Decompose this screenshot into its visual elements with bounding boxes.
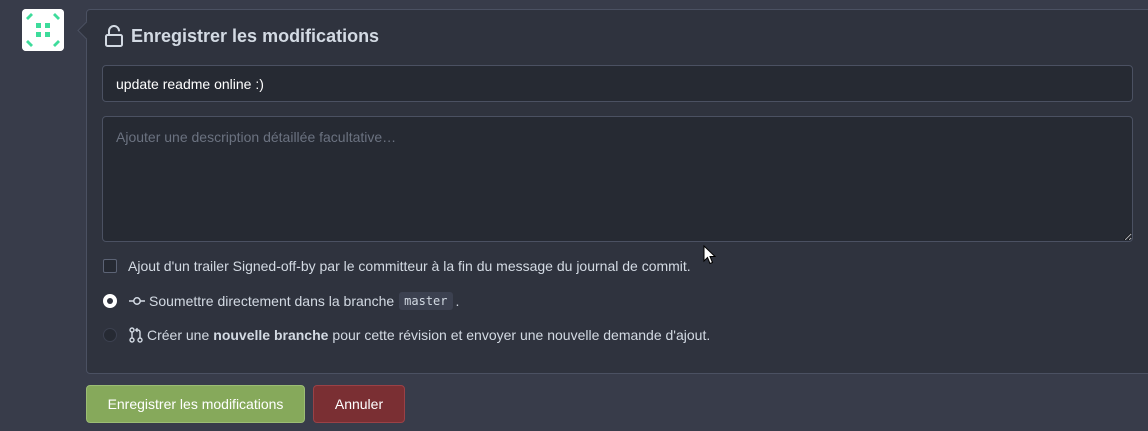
commit-form-panel: Enregistrer les modifications Ajout d'un… (86, 9, 1148, 374)
direct-commit-suffix: . (455, 293, 460, 309)
git-pull-request-icon (129, 327, 143, 343)
mouse-cursor-icon (703, 244, 717, 268)
commit-summary-input[interactable] (102, 65, 1133, 102)
commit-form-title: Enregistrer les modifications (131, 25, 380, 46)
commit-description-textarea[interactable] (102, 116, 1133, 242)
user-avatar[interactable] (22, 9, 64, 51)
new-branch-label-prefix: Créer une (147, 327, 210, 343)
new-branch-label-suffix: pour cette révision et envoyer une nouve… (332, 327, 711, 343)
branch-name-code: master (399, 292, 453, 310)
direct-commit-label: Soumettre directement dans la branche (149, 293, 395, 309)
new-branch-option[interactable]: Créer une nouvelle branche pour cette ré… (103, 327, 710, 343)
commit-changes-button[interactable]: Enregistrer les modifications (86, 385, 305, 423)
commit-form-header: Enregistrer les modifications (104, 25, 379, 47)
new-branch-label-bold: nouvelle branche (213, 327, 329, 343)
identicon-image (22, 9, 64, 51)
signoff-checkbox[interactable] (103, 259, 117, 273)
cancel-button[interactable]: Annuler (313, 385, 405, 423)
new-branch-radio[interactable] (103, 328, 117, 342)
signoff-option[interactable]: Ajout d'un trailer Signed-off-by par le … (103, 258, 691, 274)
signoff-label: Ajout d'un trailer Signed-off-by par le … (128, 258, 691, 274)
direct-commit-option[interactable]: Soumettre directement dans la branche ma… (103, 292, 459, 310)
direct-commit-radio[interactable] (103, 294, 117, 308)
unlock-icon (104, 25, 124, 47)
git-commit-icon (129, 296, 145, 306)
